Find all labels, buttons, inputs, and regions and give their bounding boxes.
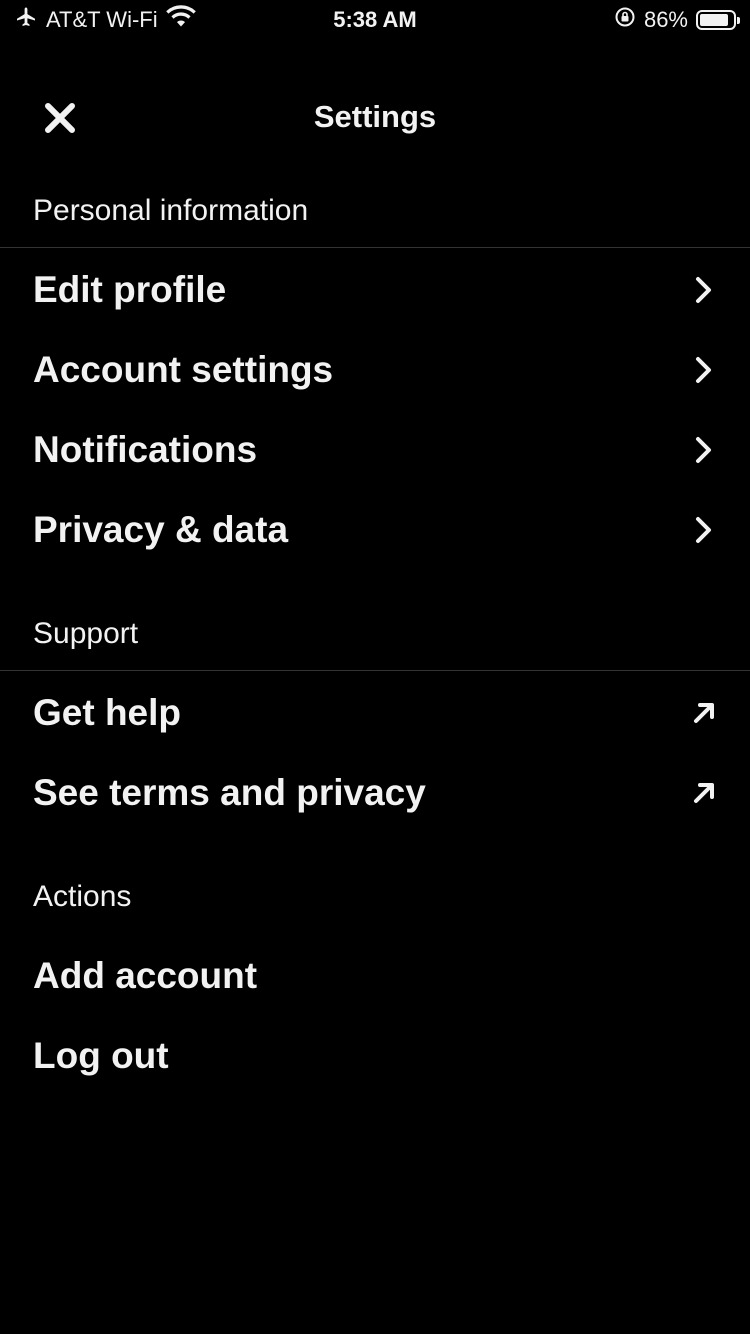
header: Settings [0, 78, 750, 156]
external-link-arrow-icon [688, 697, 720, 729]
status-bar: AT&T Wi-Fi 5:38 AM 86% [0, 0, 750, 40]
log-out-row[interactable]: Log out [0, 1016, 750, 1096]
status-bar-right: 86% [614, 6, 740, 34]
chevron-right-icon [688, 354, 720, 386]
account-settings-row[interactable]: Account settings [0, 330, 750, 410]
chevron-right-icon [688, 514, 720, 546]
notifications-row[interactable]: Notifications [0, 410, 750, 490]
see-terms-and-privacy-row[interactable]: See terms and privacy [0, 753, 750, 833]
section-divider [0, 247, 750, 248]
account-settings-label: Account settings [33, 349, 334, 390]
section-header-personal-information: Personal information [33, 194, 309, 227]
get-help-row[interactable]: Get help [0, 673, 750, 753]
edit-profile-label: Edit profile [33, 269, 227, 310]
edit-profile-row[interactable]: Edit profile [0, 250, 750, 330]
page-title: Settings [313, 99, 437, 134]
notifications-label: Notifications [33, 429, 258, 470]
battery-percent: 86% [643, 7, 688, 32]
orientation-lock-icon [614, 6, 636, 34]
battery-icon [696, 10, 740, 30]
section-header-actions: Actions [33, 880, 132, 913]
chevron-right-icon [688, 274, 720, 306]
chevron-right-icon [688, 434, 720, 466]
battery-cap [737, 17, 740, 24]
privacy-data-label: Privacy & data [33, 509, 289, 550]
battery-level-fill [700, 14, 728, 26]
add-account-label: Add account [33, 955, 258, 996]
add-account-row[interactable]: Add account [0, 936, 750, 1016]
log-out-label: Log out [33, 1035, 169, 1076]
see-terms-and-privacy-label: See terms and privacy [33, 772, 426, 813]
section-header-support: Support [33, 617, 139, 650]
get-help-label: Get help [33, 692, 182, 733]
external-link-arrow-icon [688, 777, 720, 809]
privacy-data-row[interactable]: Privacy & data [0, 490, 750, 570]
section-divider [0, 670, 750, 671]
